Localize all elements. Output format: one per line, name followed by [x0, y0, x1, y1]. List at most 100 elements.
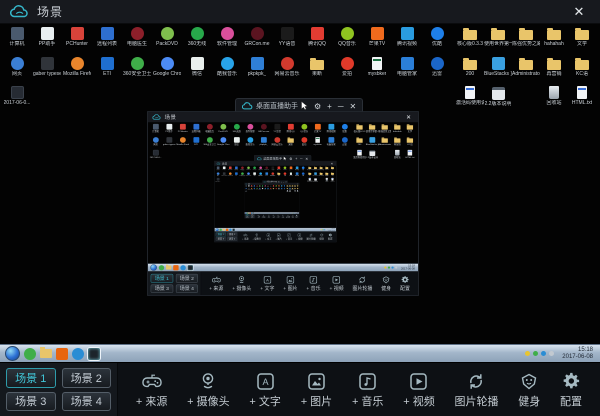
- desktop-icon: 网页: [2, 57, 32, 77]
- desktop-icon: hahahah: [540, 27, 568, 47]
- tab-button-icon: +: [295, 157, 297, 161]
- text-icon: A: [267, 233, 270, 237]
- desktop-icon-label: 2.2版本说明: [485, 101, 512, 107]
- desktop-icon-label: 酷我音乐: [246, 143, 255, 146]
- scene-selector: 场景 1 场景 2 场景 3 场景 4: [0, 363, 118, 416]
- desktop-icon-label: HTML.txt: [572, 100, 592, 106]
- desktop-icon: 核心版0.3.3: [353, 124, 366, 133]
- folder-icon: [289, 186, 290, 187]
- tool-controller: + 来源: [242, 233, 248, 241]
- desktop-icon-label: 计算机: [217, 169, 220, 170]
- tool-controller[interactable]: + 来源: [136, 370, 167, 409]
- desktop-icon-label: ETI: [194, 143, 198, 146]
- desktop-icon-label: YY语音: [273, 130, 281, 133]
- desktop-icon-label: 腾讯视频: [295, 169, 299, 170]
- close-icon[interactable]: ✕: [568, 4, 590, 20]
- desktop-icon-label: 2017-06-0...: [215, 181, 220, 182]
- desktop-icon-label: Mozilla Firefox: [176, 143, 189, 146]
- tool-gear[interactable]: 配置: [560, 370, 582, 409]
- desktop-icon-label: 爱拍: [284, 175, 286, 176]
- desktop-icon-label: PP助手: [39, 41, 56, 47]
- tool-gear: 配置: [328, 233, 332, 241]
- app-header: 场景 ✕: [148, 112, 418, 123]
- desktop-icon-label: 远程列表: [192, 130, 201, 133]
- webcam-icon: [200, 370, 216, 390]
- desktop-icon: YY语音: [270, 124, 284, 133]
- tool-video: + 视频: [281, 214, 284, 217]
- desktop-capture-preview[interactable]: 计算机PP助手PCHunter远程列表电脑医生PackDVD360无线软件管理G…: [0, 24, 600, 362]
- clock-date: 2017-06-08: [328, 230, 334, 231]
- desktop-icon-label: PP助手: [222, 169, 225, 170]
- tool-carousel[interactable]: 图片轮播: [454, 370, 498, 409]
- folder-icon: [491, 30, 505, 40]
- doc-icon: [577, 86, 587, 99]
- tool-image[interactable]: + 图片: [301, 370, 332, 409]
- captured-app-level-1: 场景 ✕ 计算机PP助手PCHunter远程列表电脑医生PackDVD360无线…: [148, 112, 418, 295]
- desktop-icon-label: 微信: [234, 143, 239, 146]
- desktop-icon-label: 电脑医生: [240, 169, 244, 170]
- desktop-icon: 激活码使用说明: [456, 86, 484, 107]
- music-icon: [359, 370, 376, 390]
- desktop-icon-label: GRCon.me: [258, 130, 269, 133]
- desktop-icon-label: 再营销: [546, 71, 561, 77]
- doc-icon: [357, 150, 362, 156]
- tool-label: + 摄像头: [187, 393, 229, 409]
- desktop-icon-row-1: 计算机PP助手PCHunter远程列表电脑医生PackDVD360无线软件管理G…: [2, 27, 452, 47]
- app-icon: [234, 137, 240, 143]
- taskbar-quick-launch: [159, 265, 193, 270]
- desktop-icon-label: 电脑管家: [397, 71, 417, 77]
- scene-button-4[interactable]: 场景 4: [62, 392, 112, 412]
- page-title: 场景: [222, 162, 227, 165]
- scene-button-2: 场景 2: [176, 274, 198, 283]
- app-icon: [180, 124, 186, 130]
- tool-label: + 视频: [281, 216, 284, 217]
- tool-music[interactable]: + 音乐: [352, 370, 383, 409]
- tray-status-icon: [525, 351, 530, 356]
- tool-label: + 视频: [403, 393, 434, 409]
- desktop-icon: 腾讯视频: [324, 124, 338, 133]
- scene-button-2[interactable]: 场景 2: [62, 368, 112, 388]
- tray-icons: [384, 266, 397, 268]
- svg-text:A: A: [268, 234, 270, 237]
- desktop-icon-label: 电脑管家: [295, 175, 299, 176]
- desktop-icon: 360无线: [230, 124, 244, 133]
- desktop-icon: 迅雷: [422, 57, 452, 77]
- live-assistant-app-icon: [188, 265, 193, 270]
- tool-webcam[interactable]: + 摄像头: [187, 370, 229, 409]
- tool-video[interactable]: + 视频: [403, 370, 434, 409]
- captured-windows-taskbar: 15:18 2017-06-08: [245, 212, 300, 214]
- desktop-icon-label: hahahah: [393, 130, 402, 133]
- app-icon: [341, 27, 354, 40]
- tray-globe-icon: [24, 348, 36, 360]
- desktop-icon-label: 电脑医生: [205, 130, 214, 133]
- app-icon: [251, 27, 264, 40]
- desktop-icon-row-3: 2017-06-0...: [149, 150, 163, 159]
- desktop-icon: 计算机: [2, 27, 32, 47]
- folder-icon: [356, 125, 362, 129]
- folder-icon: [294, 188, 295, 189]
- scene-button-3[interactable]: 场景 3: [6, 392, 56, 412]
- scene-button-1: 场景 1: [151, 274, 173, 283]
- scene-button-3: 场景 3: [151, 284, 173, 293]
- tool-label: + 音乐: [277, 216, 280, 217]
- desktop-icon-label: ETI: [254, 189, 255, 190]
- desktop-icon-label: 200: [466, 71, 474, 77]
- desktop-icon-label: QQ音乐: [283, 169, 287, 170]
- tool-label: + 图片: [272, 216, 275, 217]
- mask-icon: [382, 275, 390, 284]
- bottom-toolbar: 场景 1场景 2场景 3场景 4 + 来源+ 摄像头A+ 文字+ 图片+ 音乐+…: [245, 214, 300, 219]
- app-icon: [261, 124, 267, 130]
- empty-icon: [382, 150, 388, 156]
- app-icon: [191, 57, 204, 70]
- tool-gear: 配置: [296, 214, 298, 217]
- desktop-icon-label: QQ音乐: [300, 130, 308, 133]
- desktop-icon: ETI: [189, 137, 203, 146]
- tool-mask[interactable]: 健身: [518, 370, 540, 409]
- desktop-icon: 果断: [302, 57, 332, 77]
- desktop-icon-label: 优酷: [342, 130, 347, 133]
- tool-text: A+ 文字: [267, 214, 270, 217]
- tool-text[interactable]: A+ 文字: [249, 370, 280, 409]
- scene-button-1[interactable]: 场景 1: [6, 368, 56, 388]
- folder-icon: [331, 173, 334, 175]
- tool-label: + 音乐: [286, 237, 292, 240]
